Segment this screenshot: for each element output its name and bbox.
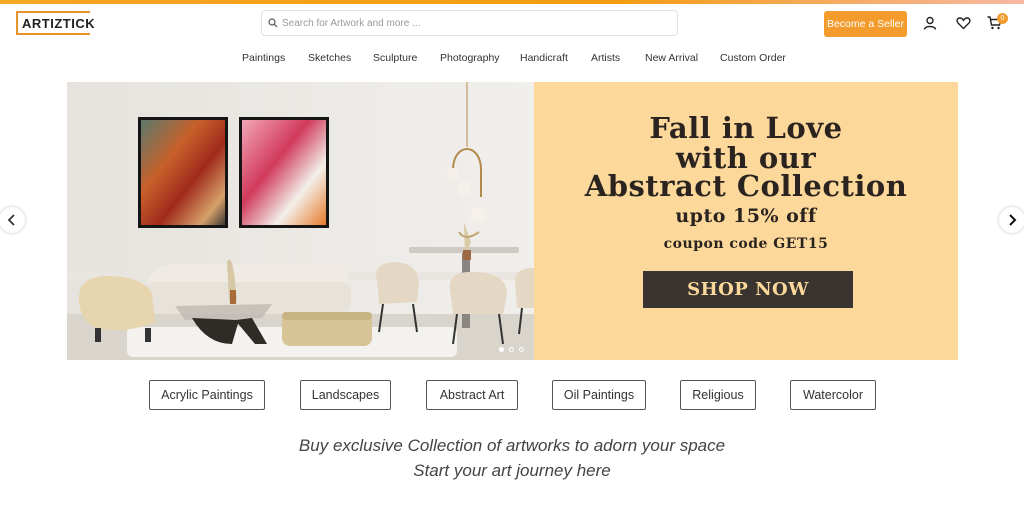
nav-item-custom-order[interactable]: Custom Order [720, 52, 786, 64]
category-acrylic-paintings[interactable]: Acrylic Paintings [149, 380, 265, 410]
search-input[interactable] [282, 14, 672, 32]
category-landscapes[interactable]: Landscapes [300, 380, 391, 410]
carousel-dot-3[interactable] [519, 347, 524, 352]
nav-item-artists[interactable]: Artists [591, 52, 620, 64]
promo-panel: Fall in Love with our Abstract Collectio… [534, 82, 958, 360]
logo[interactable]: ARTIZTICK [16, 11, 95, 35]
search-icon [268, 18, 278, 28]
category-abstract-art[interactable]: Abstract Art [426, 380, 518, 410]
carousel-dot-1[interactable] [499, 347, 504, 352]
logo-text: ARTIZTICK [22, 16, 96, 31]
shop-now-button[interactable]: SHOP NOW [643, 271, 853, 308]
user-icon[interactable] [923, 16, 937, 30]
cart-count-badge: 0 [997, 13, 1008, 24]
living-room-photo [67, 82, 534, 360]
promo-headline-line1: Fall in Love [649, 111, 843, 145]
promo-discount: upto 15% off [675, 205, 817, 227]
nav-item-photography[interactable]: Photography [440, 52, 500, 64]
category-oil-paintings[interactable]: Oil Paintings [552, 380, 646, 410]
nav-item-sculpture[interactable]: Sculpture [373, 52, 417, 64]
nav-item-paintings[interactable]: Paintings [242, 52, 285, 64]
chevron-right-icon [1009, 214, 1017, 226]
carousel-dot-2[interactable] [509, 347, 514, 352]
heart-icon[interactable] [956, 16, 971, 30]
search-bar[interactable] [261, 10, 678, 36]
nav-item-new-arrival[interactable]: New Arrival [645, 52, 698, 64]
hero-banner[interactable]: Fall in Love with our Abstract Collectio… [67, 82, 958, 360]
site-header: ARTIZTICK Become a Seller 0 [0, 4, 1024, 42]
category-religious[interactable]: Religious [680, 380, 756, 410]
carousel-prev-button[interactable] [0, 207, 25, 233]
category-watercolor[interactable]: Watercolor [790, 380, 876, 410]
tagline-line2: Start your art journey here [413, 461, 611, 480]
carousel-next-button[interactable] [999, 207, 1024, 233]
become-seller-button[interactable]: Become a Seller [824, 11, 907, 37]
chevron-left-icon [7, 214, 15, 226]
category-nav: Paintings Sketches Sculpture Photography… [0, 52, 1024, 68]
nav-item-handicraft[interactable]: Handicraft [520, 52, 568, 64]
nav-item-sketches[interactable]: Sketches [308, 52, 351, 64]
promo-coupon-code: coupon code GET15 [663, 236, 829, 252]
promo-headline-line3: Abstract Collection [584, 169, 908, 203]
tagline-line1: Buy exclusive Collection of artworks to … [298, 436, 726, 455]
promo-headline-line2: with our [675, 141, 817, 175]
